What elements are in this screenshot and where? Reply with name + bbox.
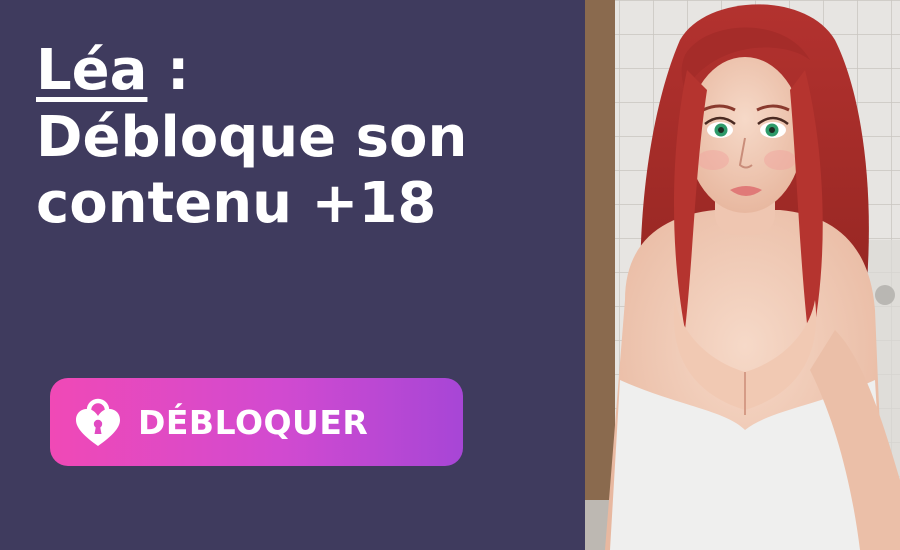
name-separator: :	[147, 38, 190, 103]
unlock-button-label: DÉBLOQUER	[138, 402, 369, 442]
character-name: Léa	[36, 38, 148, 103]
headline-text: Débloque son contenu +18	[36, 104, 468, 237]
promo-headline: Léa : Débloque son contenu +18	[36, 38, 566, 238]
character-photo	[585, 0, 900, 550]
heart-lock-icon	[74, 396, 122, 448]
promo-panel: Léa : Débloque son contenu +18 DÉBLOQUER	[0, 0, 585, 550]
unlock-button[interactable]: DÉBLOQUER	[50, 378, 463, 466]
